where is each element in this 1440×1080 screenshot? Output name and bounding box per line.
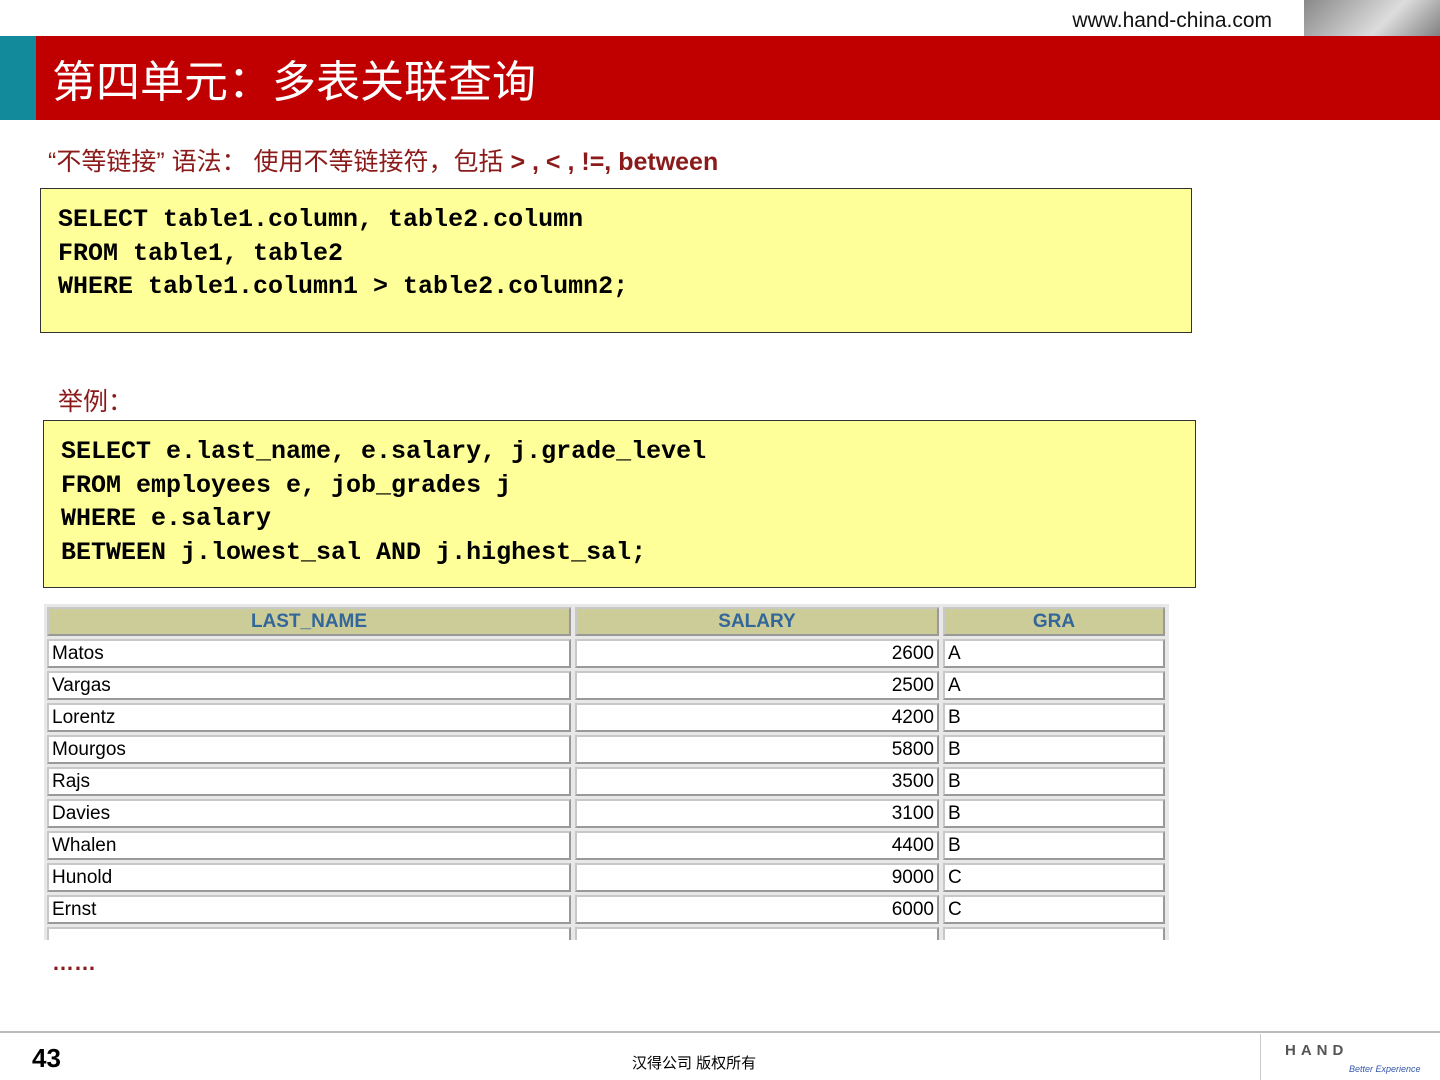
last-name-cell: Davies xyxy=(47,799,571,828)
logo-slogan: Better Experience xyxy=(1349,1064,1421,1074)
salary-cell: 9000 xyxy=(575,863,939,892)
page-number: 43 xyxy=(32,1043,61,1073)
last-name-cell: Mourgos xyxy=(47,735,571,764)
result-table: LAST_NAME SALARY GRA Matos 2600 A Vargas 250… xyxy=(44,604,1169,940)
syntax-operators: > , < , !=, between xyxy=(510,148,719,176)
table-row-partial xyxy=(47,927,1165,940)
salary-cell: 4200 xyxy=(575,703,939,732)
table-row: Lorentz 4200 B xyxy=(47,703,1165,732)
slide-title: 第四单元：多表关联查询 xyxy=(52,58,536,107)
last-name-cell: Vargas xyxy=(47,671,571,700)
salary-cell: 3500 xyxy=(575,767,939,796)
salary-cell: 4400 xyxy=(575,831,939,860)
logo-text: HAND xyxy=(1285,1042,1349,1059)
empty-cell xyxy=(47,927,571,940)
grade-cell: A xyxy=(943,639,1165,668)
salary-cell: 5800 xyxy=(575,735,939,764)
accent-bar xyxy=(0,36,36,120)
last-name-cell: Lorentz xyxy=(47,703,571,732)
footer-divider xyxy=(0,1031,1440,1033)
syntax-code-block: SELECT table1.column, table2.column FROM… xyxy=(40,188,1192,333)
salary-cell: 6000 xyxy=(575,895,939,924)
grade-cell: A xyxy=(943,671,1165,700)
example-code-block: SELECT e.last_name, e.salary, j.grade_le… xyxy=(43,420,1196,588)
grade-cell: B xyxy=(943,767,1165,796)
empty-cell xyxy=(575,927,939,940)
grade-cell: C xyxy=(943,863,1165,892)
salary-cell: 2500 xyxy=(575,671,939,700)
column-header: LAST_NAME xyxy=(47,607,571,636)
table-row: Mourgos 5800 B xyxy=(47,735,1165,764)
table-row: Matos 2600 A xyxy=(47,639,1165,668)
grade-cell: B xyxy=(943,799,1165,828)
hand-logo: HAND Better Experience xyxy=(1260,1034,1440,1080)
grade-cell: C xyxy=(943,895,1165,924)
grade-cell: B xyxy=(943,831,1165,860)
table-row: Vargas 2500 A xyxy=(47,671,1165,700)
grade-cell: B xyxy=(943,735,1165,764)
last-name-cell: Ernst xyxy=(47,895,571,924)
website-url: www.hand-china.com xyxy=(1072,9,1272,32)
table-row: Whalen 4400 B xyxy=(47,831,1165,860)
syntax-description: “不等链接” 语法： 使用不等链接符，包括 > , < , !=, betwee… xyxy=(48,142,718,178)
table-row: Davies 3100 B xyxy=(47,799,1165,828)
table-row: Rajs 3500 B xyxy=(47,767,1165,796)
copyright: 汉得公司 版权所有 xyxy=(632,1055,757,1072)
empty-cell xyxy=(943,927,1165,940)
table-row: Ernst 6000 C xyxy=(47,895,1165,924)
last-name-cell: Hunold xyxy=(47,863,571,892)
ellipsis: …… xyxy=(52,950,96,975)
example-label: 举例： xyxy=(58,388,134,416)
column-header: GRA xyxy=(943,607,1165,636)
last-name-cell: Rajs xyxy=(47,767,571,796)
salary-cell: 2600 xyxy=(575,639,939,668)
last-name-cell: Matos xyxy=(47,639,571,668)
salary-cell: 3100 xyxy=(575,799,939,828)
last-name-cell: Whalen xyxy=(47,831,571,860)
column-header: SALARY xyxy=(575,607,939,636)
grade-cell: B xyxy=(943,703,1165,732)
table-row: Hunold 9000 C xyxy=(47,863,1165,892)
syntax-prefix: “不等链接” 语法： 使用不等链接符，包括 xyxy=(48,148,511,176)
